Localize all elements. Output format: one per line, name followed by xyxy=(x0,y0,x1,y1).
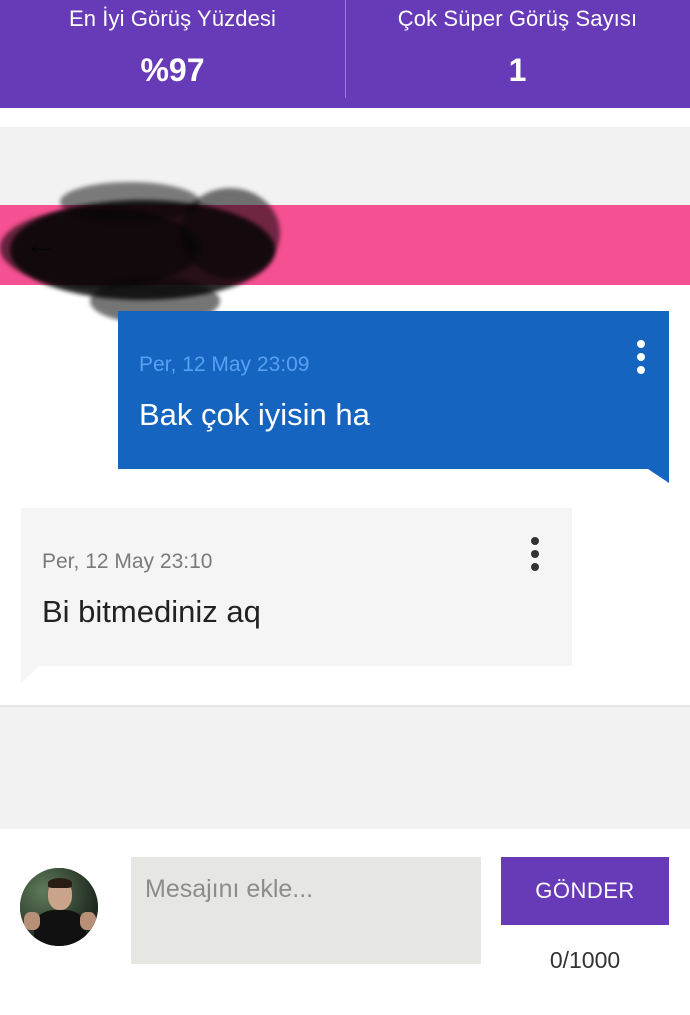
avatar[interactable] xyxy=(20,868,98,946)
stats-header: En İyi Görüş Yüzdesi %97 Çok Süper Görüş… xyxy=(0,0,690,108)
best-view-label: En İyi Görüş Yüzdesi xyxy=(68,6,277,31)
message-timestamp: Per, 12 May 23:10 xyxy=(42,550,213,573)
outgoing-bubble-tail xyxy=(648,469,669,483)
super-view-value: 1 xyxy=(508,52,527,88)
message-text: Bak çok iyisin ha xyxy=(139,397,370,432)
super-view-label: Çok Süper Görüş Sayısı xyxy=(397,6,638,31)
chat-footer-strip xyxy=(0,705,690,829)
best-view-stat: En İyi Görüş Yüzdesi %97 xyxy=(0,0,345,108)
best-view-value: %97 xyxy=(140,52,205,88)
incoming-bubble-tail xyxy=(21,666,39,683)
message-text: Bi bitmediniz aq xyxy=(42,594,261,629)
super-view-stat: Çok Süper Görüş Sayısı 1 xyxy=(345,0,690,108)
send-button[interactable]: GÖNDER xyxy=(501,857,669,925)
message-composer: GÖNDER 0/1000 xyxy=(0,830,690,1015)
message-timestamp: Per, 12 May 23:09 xyxy=(139,353,310,376)
more-vertical-icon[interactable] xyxy=(527,534,543,574)
message-input[interactable] xyxy=(131,857,481,964)
more-vertical-icon[interactable] xyxy=(633,337,649,377)
redaction-scribble xyxy=(0,178,285,328)
character-counter: 0/1000 xyxy=(549,947,621,973)
outgoing-message[interactable]: Per, 12 May 23:09 Bak çok iyisin ha xyxy=(118,311,669,469)
incoming-message[interactable]: Per, 12 May 23:10 Bi bitmediniz aq xyxy=(21,508,572,666)
